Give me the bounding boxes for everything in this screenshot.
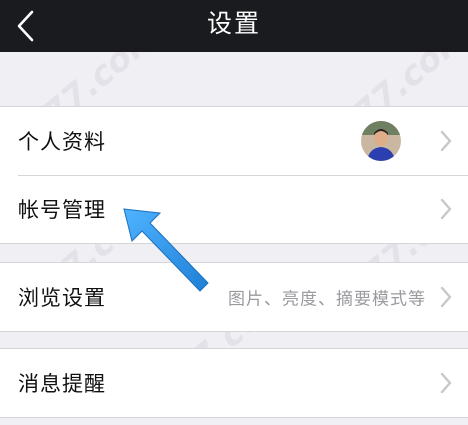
chevron-right-icon: [440, 130, 452, 152]
settings-row-value: 图片、亮度、摘要模式等: [228, 289, 426, 310]
settings-row-personal-info[interactable]: 个人资料: [0, 107, 468, 175]
settings-row-label: 个人资料: [18, 130, 106, 154]
page-title: 设置: [206, 9, 261, 38]
navigation-bar: 设置: [0, 0, 468, 52]
settings-row-account-management[interactable]: 帐号管理: [0, 175, 468, 243]
settings-row-label: 浏览设置: [18, 286, 106, 310]
settings-row-label: 帐号管理: [18, 198, 106, 222]
settings-group-notifications: 消息提醒: [0, 348, 468, 418]
settings-group-profile: 个人资料 帐号管理: [0, 106, 468, 244]
avatar: [361, 121, 401, 161]
chevron-right-icon: [440, 372, 452, 394]
chevron-right-icon: [440, 286, 452, 308]
settings-row-browse-settings[interactable]: 浏览设置 图片、亮度、摘要模式等: [0, 263, 468, 331]
chevron-right-icon: [440, 198, 452, 220]
settings-group-browse: 浏览设置 图片、亮度、摘要模式等: [0, 262, 468, 332]
settings-row-label: 消息提醒: [18, 372, 106, 396]
annotation-arrow-icon: [123, 208, 209, 292]
